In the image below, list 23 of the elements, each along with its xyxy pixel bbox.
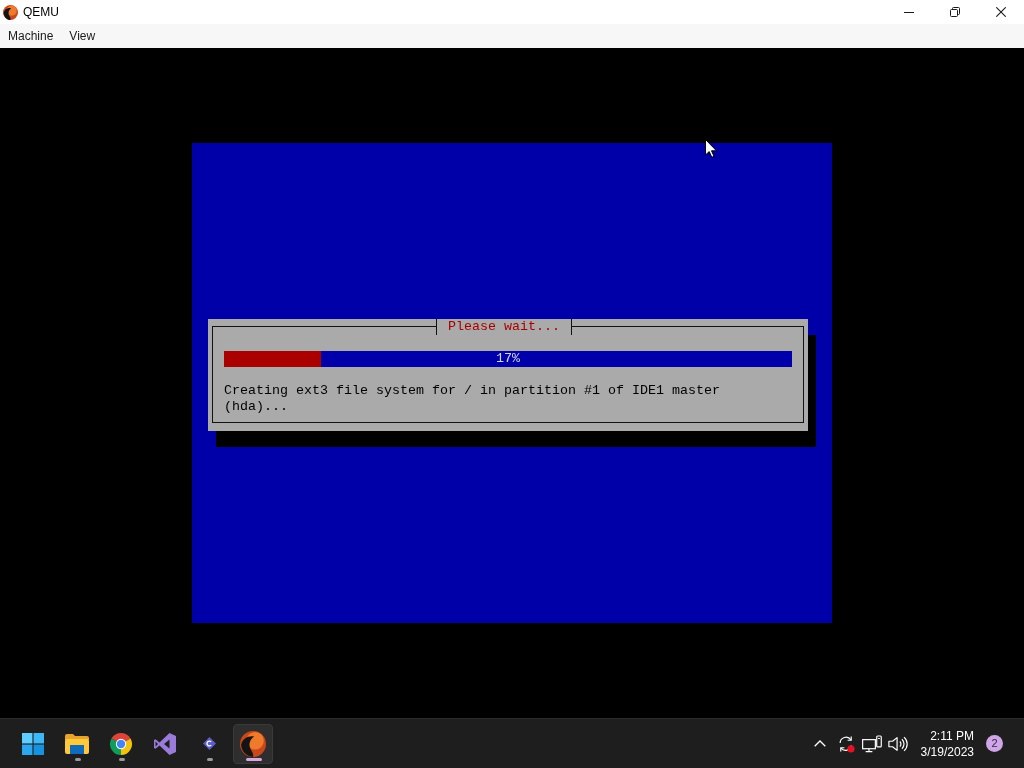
chevron-up-icon	[813, 740, 826, 747]
taskbar-app-button[interactable]	[233, 723, 273, 764]
pointer-icon	[705, 139, 717, 158]
four-squares-icon	[22, 732, 44, 755]
progress-label: 17%	[496, 351, 520, 367]
status-message: Creating ext3 file system for / in partition #1 of IDE1 master (hda)...	[224, 383, 720, 415]
speaker-icon	[887, 734, 908, 753]
window-title: QEMU	[23, 5, 59, 19]
ribbon-logo-icon	[153, 731, 177, 756]
logo-icon	[3, 4, 18, 20]
clock-button[interactable]: 2:11 PM 3/19/2023	[916, 723, 978, 764]
diamond-icon	[202, 737, 216, 750]
network-icon	[861, 734, 882, 753]
menu-item[interactable]: View	[61, 25, 104, 47]
notification-badge[interactable]: 2	[986, 735, 1003, 752]
folder-icon	[65, 733, 89, 754]
circle-logo-icon	[109, 731, 133, 756]
menu-item[interactable]: Machine	[0, 25, 62, 47]
minimize-icon	[904, 11, 914, 13]
restore-icon	[950, 7, 960, 17]
close-icon	[996, 7, 1006, 17]
round-logo-icon	[240, 730, 266, 757]
dialog-title: Please wait...	[436, 319, 572, 335]
